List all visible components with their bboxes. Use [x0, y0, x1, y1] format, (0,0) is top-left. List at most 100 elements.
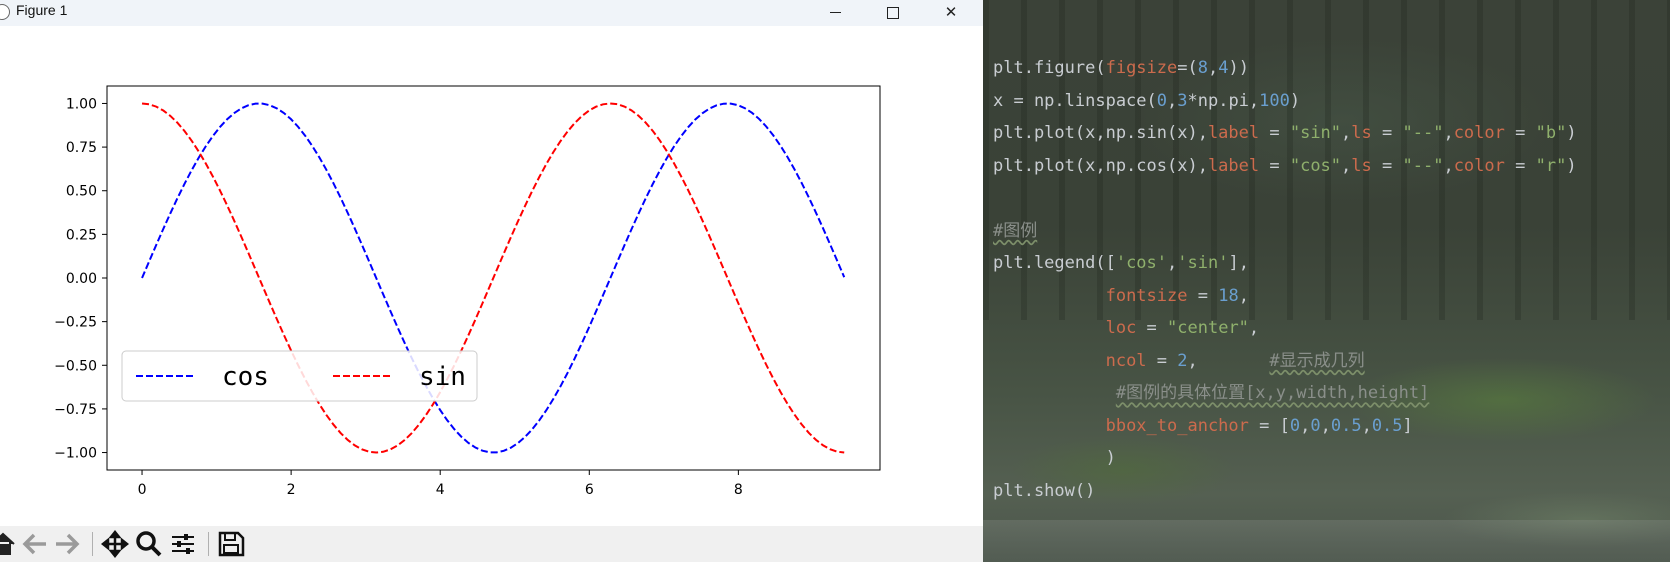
code-token: ls — [1351, 155, 1372, 176]
code-token: , — [1207, 58, 1219, 78]
code-token: plt.figure( — [993, 58, 1106, 78]
code-token: 0 — [1289, 415, 1301, 436]
configure-subplots-icon[interactable] — [168, 530, 198, 558]
code-token: *np.pi, — [1187, 90, 1260, 111]
matplotlib-app-icon — [0, 4, 10, 20]
code-line[interactable]: fontsize = 18, — [993, 280, 1577, 313]
code-token: "cos" — [1289, 155, 1342, 176]
maximize-icon — [887, 6, 899, 19]
code-line[interactable]: plt.plot(x,np.sin(x),label = "sin",ls = … — [993, 117, 1577, 150]
code-token: )) — [1228, 58, 1249, 78]
y-tick-label: −0.50 — [54, 358, 97, 374]
code-token: #图例的具体位置[x,y,width,height] — [1115, 383, 1430, 403]
code-token: 4 — [1218, 58, 1229, 78]
code-token: = — [1259, 155, 1290, 176]
code-token: ) — [1566, 155, 1577, 176]
background-stream — [983, 520, 1670, 562]
code-token: , — [1248, 318, 1260, 338]
code-token: , — [1167, 90, 1178, 111]
code-line[interactable]: #图例的具体位置[x,y,width,height] — [993, 377, 1577, 410]
y-tick-label: 0.25 — [66, 227, 97, 243]
code-token: 0.5 — [1371, 415, 1403, 436]
code-token: = — [1371, 155, 1403, 176]
toolbar-separator — [208, 532, 209, 556]
code-line[interactable]: #图例 — [993, 215, 1577, 248]
code-token: 8 — [1197, 58, 1208, 78]
code-token: = [ — [1248, 415, 1290, 436]
y-tick-label: −0.25 — [54, 315, 97, 331]
code-token: 'sin' — [1177, 253, 1229, 273]
y-tick-label: 0.75 — [66, 140, 97, 156]
window-title: Figure 1 — [16, 2, 68, 18]
close-button[interactable]: ✕ — [928, 0, 974, 26]
legend-label-cos: cos — [222, 362, 269, 392]
code-line[interactable]: ) — [993, 442, 1577, 475]
code-token: bbox_to_anchor — [1105, 415, 1249, 436]
save-floppy-icon[interactable] — [216, 530, 246, 558]
legend: cos sin — [121, 350, 478, 402]
zoom-magnifier-icon[interactable] — [134, 530, 164, 558]
figure-window: Figure 1 ✕ 0 2 4 6 8 1.00 0.75 0.50 0.25 0.00 −0.2… — [0, 0, 983, 562]
code-token: label — [1207, 155, 1260, 176]
pan-move-icon[interactable] — [100, 529, 130, 559]
code-line[interactable]: plt.legend(['cos','sin'], — [993, 247, 1577, 280]
code-token: 18 — [1218, 285, 1239, 306]
code-token: x = np.linspace( — [993, 90, 1157, 111]
home-icon[interactable] — [0, 530, 18, 558]
code-line[interactable]: x = np.linspace(0,3*np.pi,100) — [993, 85, 1577, 118]
toolbar-separator — [92, 532, 93, 556]
code-token: color — [1453, 155, 1505, 176]
code-token: "center" — [1167, 318, 1249, 338]
code-token: , — [1341, 155, 1352, 176]
code-token: ) — [1289, 90, 1301, 111]
navigation-toolbar — [0, 526, 983, 562]
minimize-icon — [829, 12, 841, 13]
code-token: , — [1300, 415, 1311, 436]
code-token: = — [1146, 350, 1178, 371]
code-token: ) — [1566, 123, 1577, 143]
code-token: = — [1504, 123, 1536, 143]
code-token: = — [1504, 155, 1536, 176]
code-token: #图例 — [993, 220, 1038, 241]
code-token: 'cos' — [1115, 253, 1168, 273]
back-arrow-icon[interactable] — [20, 530, 50, 558]
code-line[interactable]: loc = "center", — [993, 312, 1577, 345]
code-token: "--" — [1402, 123, 1444, 143]
maximize-button[interactable] — [870, 0, 916, 26]
code-token: ls — [1351, 123, 1372, 143]
code-token: , — [1443, 123, 1454, 143]
code-token: plt.show() — [993, 480, 1096, 501]
code-token: label — [1207, 123, 1260, 143]
code-editor[interactable]: plt.figure(figsize=(8,4)) x = np.linspace… — [983, 0, 1670, 562]
code-token: , — [1443, 155, 1454, 176]
x-tick-label: 2 — [287, 482, 296, 498]
code-token: ] — [1402, 415, 1413, 436]
code-line[interactable]: plt.show() — [993, 475, 1577, 508]
code-line[interactable]: plt.plot(x,np.cos(x),label = "cos",ls = … — [993, 150, 1577, 183]
forward-arrow-icon[interactable] — [52, 530, 82, 558]
code-token: , — [1167, 253, 1178, 273]
code-line[interactable]: ncol = 2, #显示成几列 — [993, 345, 1577, 378]
y-tick-label: −0.75 — [54, 402, 97, 418]
code-token: ) — [993, 448, 1116, 468]
minimize-button[interactable] — [812, 0, 858, 26]
code-line[interactable]: plt.figure(figsize=(8,4)) — [993, 52, 1577, 85]
x-tick-label: 6 — [585, 482, 594, 498]
code-block[interactable]: plt.figure(figsize=(8,4)) x = np.linspace… — [993, 52, 1577, 507]
code-token: 100 — [1259, 90, 1290, 111]
code-token: = — [1187, 285, 1219, 306]
code-token: color — [1453, 123, 1505, 143]
code-line[interactable] — [993, 182, 1577, 215]
close-icon: ✕ — [944, 3, 958, 21]
code-token: fontsize — [1105, 285, 1188, 306]
title-bar[interactable]: Figure 1 ✕ — [0, 0, 983, 26]
x-tick-label: 0 — [138, 482, 147, 498]
code-line[interactable]: bbox_to_anchor = [0,0,0.5,0.5] — [993, 410, 1577, 443]
code-token: ], — [1228, 253, 1249, 273]
plot-canvas[interactable]: 0 2 4 6 8 1.00 0.75 0.50 0.25 0.00 −0.25 −0.50 −0.75… — [0, 26, 983, 526]
code-token: 2 — [1177, 350, 1188, 371]
code-token: 0 — [1156, 90, 1168, 111]
